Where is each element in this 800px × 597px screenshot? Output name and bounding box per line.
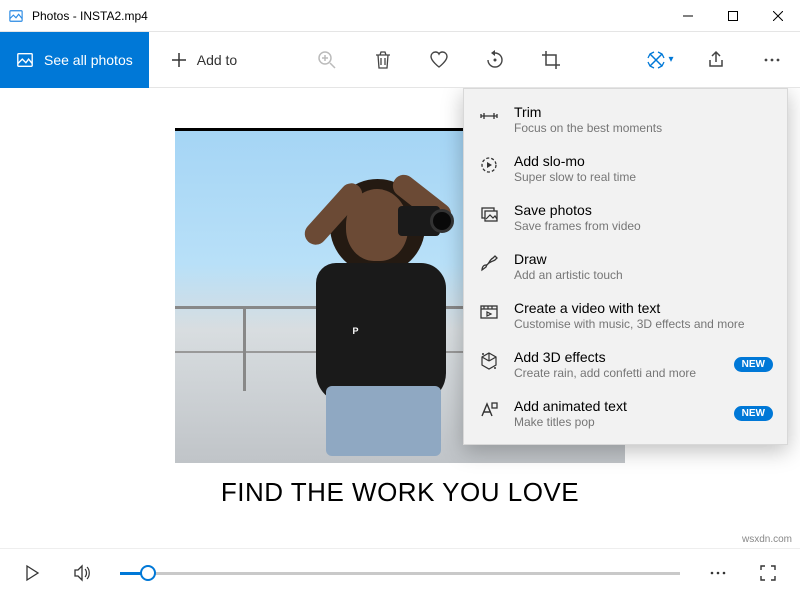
play-button[interactable] (10, 551, 54, 595)
create-video-icon (478, 301, 500, 323)
watermark: wsxdn.com (742, 534, 792, 545)
more-controls-button[interactable] (696, 551, 740, 595)
toolbar: See all photos Add to ▾ (0, 32, 800, 88)
zoom-button[interactable] (299, 32, 355, 88)
progress-slider[interactable] (120, 572, 680, 575)
trim-icon (478, 105, 500, 127)
delete-button[interactable] (355, 32, 411, 88)
menu-sub: Customise with music, 3D effects and mor… (514, 317, 773, 331)
draw-icon (478, 252, 500, 274)
add-to-button[interactable]: Add to (149, 32, 257, 88)
video-caption: FIND THE WORK YOU LOVE (175, 463, 625, 508)
animated-text-icon (478, 399, 500, 421)
app-icon (0, 9, 32, 23)
menu-title: Add animated text (514, 398, 720, 414)
menu-item-slomo[interactable]: Add slo-moSuper slow to real time (464, 144, 787, 193)
menu-title: Save photos (514, 202, 773, 218)
edit-create-menu: TrimFocus on the best moments Add slo-mo… (463, 88, 788, 445)
threed-icon (478, 350, 500, 372)
menu-title: Trim (514, 104, 773, 120)
new-badge: NEW (734, 357, 773, 372)
menu-title: Draw (514, 251, 773, 267)
menu-sub: Save frames from video (514, 219, 773, 233)
menu-title: Add slo-mo (514, 153, 773, 169)
new-badge: NEW (734, 406, 773, 421)
rotate-button[interactable] (467, 32, 523, 88)
more-button[interactable] (744, 32, 800, 88)
slomo-icon (478, 154, 500, 176)
menu-sub: Add an artistic touch (514, 268, 773, 282)
menu-item-create-video[interactable]: Create a video with textCustomise with m… (464, 291, 787, 340)
playback-controls (0, 548, 800, 597)
menu-sub: Super slow to real time (514, 170, 773, 184)
volume-button[interactable] (60, 551, 104, 595)
menu-item-animated-text[interactable]: Add animated textMake titles pop NEW (464, 389, 787, 438)
slider-thumb[interactable] (140, 565, 156, 581)
fullscreen-button[interactable] (746, 551, 790, 595)
crop-button[interactable] (523, 32, 579, 88)
menu-item-draw[interactable]: DrawAdd an artistic touch (464, 242, 787, 291)
maximize-button[interactable] (710, 0, 755, 32)
favorite-button[interactable] (411, 32, 467, 88)
add-to-label: Add to (197, 52, 237, 68)
content-area: P FIND THE WORK YOU LOVE TrimFocus on th… (0, 88, 800, 548)
menu-sub: Make titles pop (514, 415, 720, 429)
save-photos-icon (478, 203, 500, 225)
window-title: Photos - INSTA2.mp4 (32, 9, 665, 23)
menu-item-trim[interactable]: TrimFocus on the best moments (464, 95, 787, 144)
menu-item-3d-effects[interactable]: Add 3D effectsCreate rain, add confetti … (464, 340, 787, 389)
menu-item-save-photos[interactable]: Save photosSave frames from video (464, 193, 787, 242)
title-bar: Photos - INSTA2.mp4 (0, 0, 800, 32)
chevron-down-icon: ▾ (668, 54, 673, 65)
see-all-photos-button[interactable]: See all photos (0, 32, 149, 88)
minimize-button[interactable] (665, 0, 710, 32)
menu-title: Add 3D effects (514, 349, 720, 365)
menu-sub: Create rain, add confetti and more (514, 366, 720, 380)
close-button[interactable] (755, 0, 800, 32)
menu-title: Create a video with text (514, 300, 773, 316)
share-button[interactable] (688, 32, 744, 88)
menu-sub: Focus on the best moments (514, 121, 773, 135)
edit-create-button[interactable]: ▾ (632, 32, 688, 88)
see-all-label: See all photos (44, 52, 133, 68)
